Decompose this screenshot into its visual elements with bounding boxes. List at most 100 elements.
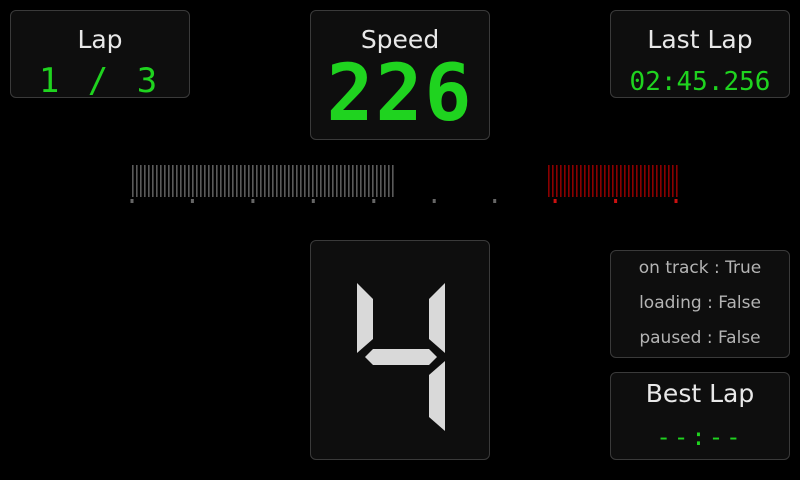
rpm-segment xyxy=(236,165,238,197)
rpm-segment xyxy=(284,165,286,197)
rpm-segment xyxy=(568,165,570,197)
status-on-track: on track : True xyxy=(638,258,762,278)
rpm-segment xyxy=(196,165,198,197)
gear-segment-b xyxy=(429,283,445,353)
rpm-segment xyxy=(308,165,310,197)
gear-segment-f xyxy=(357,283,373,353)
rpm-segment xyxy=(340,165,342,197)
rpm-segment xyxy=(316,165,318,197)
rpm-tick xyxy=(432,199,436,203)
rpm-segment xyxy=(640,165,642,197)
rpm-segment xyxy=(556,165,558,197)
rpm-segment xyxy=(140,165,142,197)
rpm-segment xyxy=(280,165,282,197)
rpm-segment xyxy=(616,165,618,197)
rpm-segment xyxy=(656,165,658,197)
rpm-segment xyxy=(272,165,274,197)
speed-readout: 226 xyxy=(326,49,474,139)
rpm-segment xyxy=(604,165,606,197)
rpm-segment xyxy=(596,165,598,197)
rpm-segment xyxy=(156,165,158,197)
rpm-tick xyxy=(251,199,255,203)
best-lap-time: --:-- xyxy=(656,423,744,451)
rpm-segment xyxy=(644,165,646,197)
rpm-tick xyxy=(493,199,497,203)
rpm-segment xyxy=(144,165,146,197)
rpm-segment xyxy=(324,165,326,197)
lap-title: Lap xyxy=(77,25,123,54)
rpm-segment xyxy=(356,165,358,197)
speed-panel: Speed 226 xyxy=(310,10,490,140)
rpm-segment xyxy=(132,165,134,197)
rpm-segment xyxy=(228,165,230,197)
rpm-segment xyxy=(296,165,298,197)
gear-panel xyxy=(310,240,490,460)
rpm-segment xyxy=(648,165,650,197)
rpm-segment xyxy=(564,165,566,197)
rpm-segment xyxy=(224,165,226,197)
rpm-segment xyxy=(188,165,190,197)
rpm-segment xyxy=(168,165,170,197)
rpm-segment xyxy=(292,165,294,197)
rpm-segment xyxy=(268,165,270,197)
rpm-segment xyxy=(560,165,562,197)
rpm-segment xyxy=(304,165,306,197)
best-lap-title: Best Lap xyxy=(645,379,755,408)
rpm-segment xyxy=(288,165,290,197)
rpm-segment xyxy=(152,165,154,197)
gear-digit xyxy=(357,283,445,431)
rpm-segment xyxy=(208,165,210,197)
rpm-segment xyxy=(232,165,234,197)
rpm-segment xyxy=(636,165,638,197)
rpm-segment xyxy=(260,165,262,197)
rpm-segment xyxy=(176,165,178,197)
rpm-segment xyxy=(592,165,594,197)
rpm-segment xyxy=(672,165,674,197)
rpm-segment xyxy=(580,165,582,197)
rpm-segment xyxy=(192,165,194,197)
rpm-tick xyxy=(130,199,134,203)
rpm-segment xyxy=(212,165,214,197)
rpm-segment xyxy=(200,165,202,197)
rpm-segment xyxy=(204,165,206,197)
rpm-segment xyxy=(668,165,670,197)
gear-indicator xyxy=(357,283,445,431)
rpm-segment xyxy=(216,165,218,197)
rpm-tick xyxy=(190,199,194,203)
rpm-segment xyxy=(172,165,174,197)
status-loading: loading : False xyxy=(639,293,761,313)
rpm-segment xyxy=(264,165,266,197)
status-panel: on track : True loading : False paused :… xyxy=(610,250,790,358)
rpm-segment xyxy=(608,165,610,197)
last-lap-panel: Last Lap 02:45.256 xyxy=(610,10,790,98)
last-lap-title: Last Lap xyxy=(647,25,753,54)
rpm-segment xyxy=(384,165,386,197)
rpm-segment xyxy=(344,165,346,197)
rpm-segment xyxy=(248,165,250,197)
rpm-segment xyxy=(256,165,258,197)
rpm-tick xyxy=(553,199,557,203)
gear-segment-c xyxy=(429,361,445,431)
lap-panel: Lap 1 / 3 xyxy=(10,10,190,101)
rpm-segment xyxy=(352,165,354,197)
rpm-segment xyxy=(620,165,622,197)
status-paused: paused : False xyxy=(639,328,761,348)
rpm-segment xyxy=(240,165,242,197)
rpm-segment xyxy=(552,165,554,197)
rpm-segment xyxy=(148,165,150,197)
rpm-segment xyxy=(612,165,614,197)
rpm-tick xyxy=(372,199,376,203)
rpm-segment xyxy=(372,165,374,197)
rpm-segment xyxy=(572,165,574,197)
rpm-segment xyxy=(376,165,378,197)
rpm-segment xyxy=(676,165,678,197)
rpm-segment xyxy=(628,165,630,197)
rpm-segment xyxy=(392,165,394,197)
rpm-segment xyxy=(584,165,586,197)
rpm-segment xyxy=(348,165,350,197)
best-lap-panel: Best Lap --:-- xyxy=(610,372,790,460)
rpm-segment xyxy=(300,165,302,197)
lap-counter: 1 / 3 xyxy=(38,61,162,101)
rpm-segment xyxy=(548,165,550,197)
rpm-segment xyxy=(336,165,338,197)
